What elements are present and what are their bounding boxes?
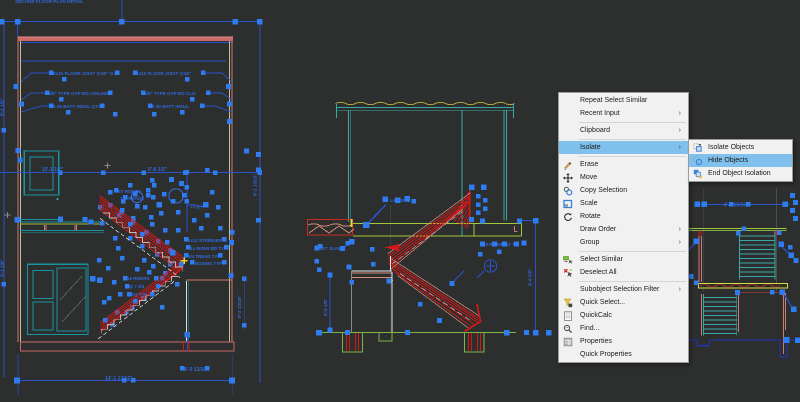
svg-text:4'-2 15/16": 4'-2 15/16" (724, 203, 749, 209)
svg-text:5/8" TYPE GYP BD CEILING: 5/8" TYPE GYP BD CEILING (48, 91, 109, 96)
svg-text:ST RISERS: ST RISERS (118, 189, 141, 194)
svg-text:9'-6 5/8": 9'-6 5/8" (528, 268, 533, 286)
svg-text:NOSING TYP: NOSING TYP (195, 261, 222, 266)
svg-text:R-30 BATT INSUL QTY: R-30 BATT INSUL QTY (52, 104, 101, 109)
svg-text:SECOND FLOOR PLAN DETAIL: SECOND FLOOR PLAN DETAIL (15, 0, 84, 4)
svg-text:2x12 STRINGER: 2x12 STRINGER (188, 238, 223, 243)
svg-text:9'-1 1/8": 9'-1 1/8" (0, 259, 5, 277)
svg-text:EQ TYP: EQ TYP (131, 292, 147, 297)
svg-text:9'-2 13/16": 9'-2 13/16" (237, 295, 242, 318)
svg-text:2x10 FLOOR JOIST @16": 2x10 FLOOR JOIST @16" (136, 71, 191, 76)
svg-text:10 RISERS @ 7": 10 RISERS @ 7" (483, 242, 517, 247)
svg-text:4R@7: 4R@7 (190, 205, 203, 210)
svg-text:8'-0 1/2": 8'-0 1/2" (323, 298, 328, 316)
svg-text:5'-6 1/2": 5'-6 1/2" (148, 167, 168, 173)
svg-text:14'-1 13/16": 14'-1 13/16" (105, 376, 133, 382)
svg-text:16 RISERS: 16 RISERS (127, 276, 150, 281)
svg-text:8'-1 13/16": 8'-1 13/16" (253, 173, 258, 196)
svg-text:2x10 FLOOR JOIST @16" O.C.: 2x10 FLOOR JOIST @16" O.C. (53, 71, 119, 76)
svg-text:8'-1 1/2": 8'-1 1/2" (0, 98, 5, 116)
svg-text:3/4 TREAD TYP: 3/4 TREAD TYP (188, 254, 220, 259)
svg-text:5/8" TYPE GYP BD CLG: 5/8" TYPE GYP BD CLG (144, 91, 196, 96)
svg-text:@ 7 3/4: @ 7 3/4 (129, 284, 145, 289)
svg-text:R-30 BATT INSUL: R-30 BATT INSUL (151, 104, 189, 109)
svg-text:1x RISER BD TYP: 1x RISER BD TYP (190, 246, 227, 251)
